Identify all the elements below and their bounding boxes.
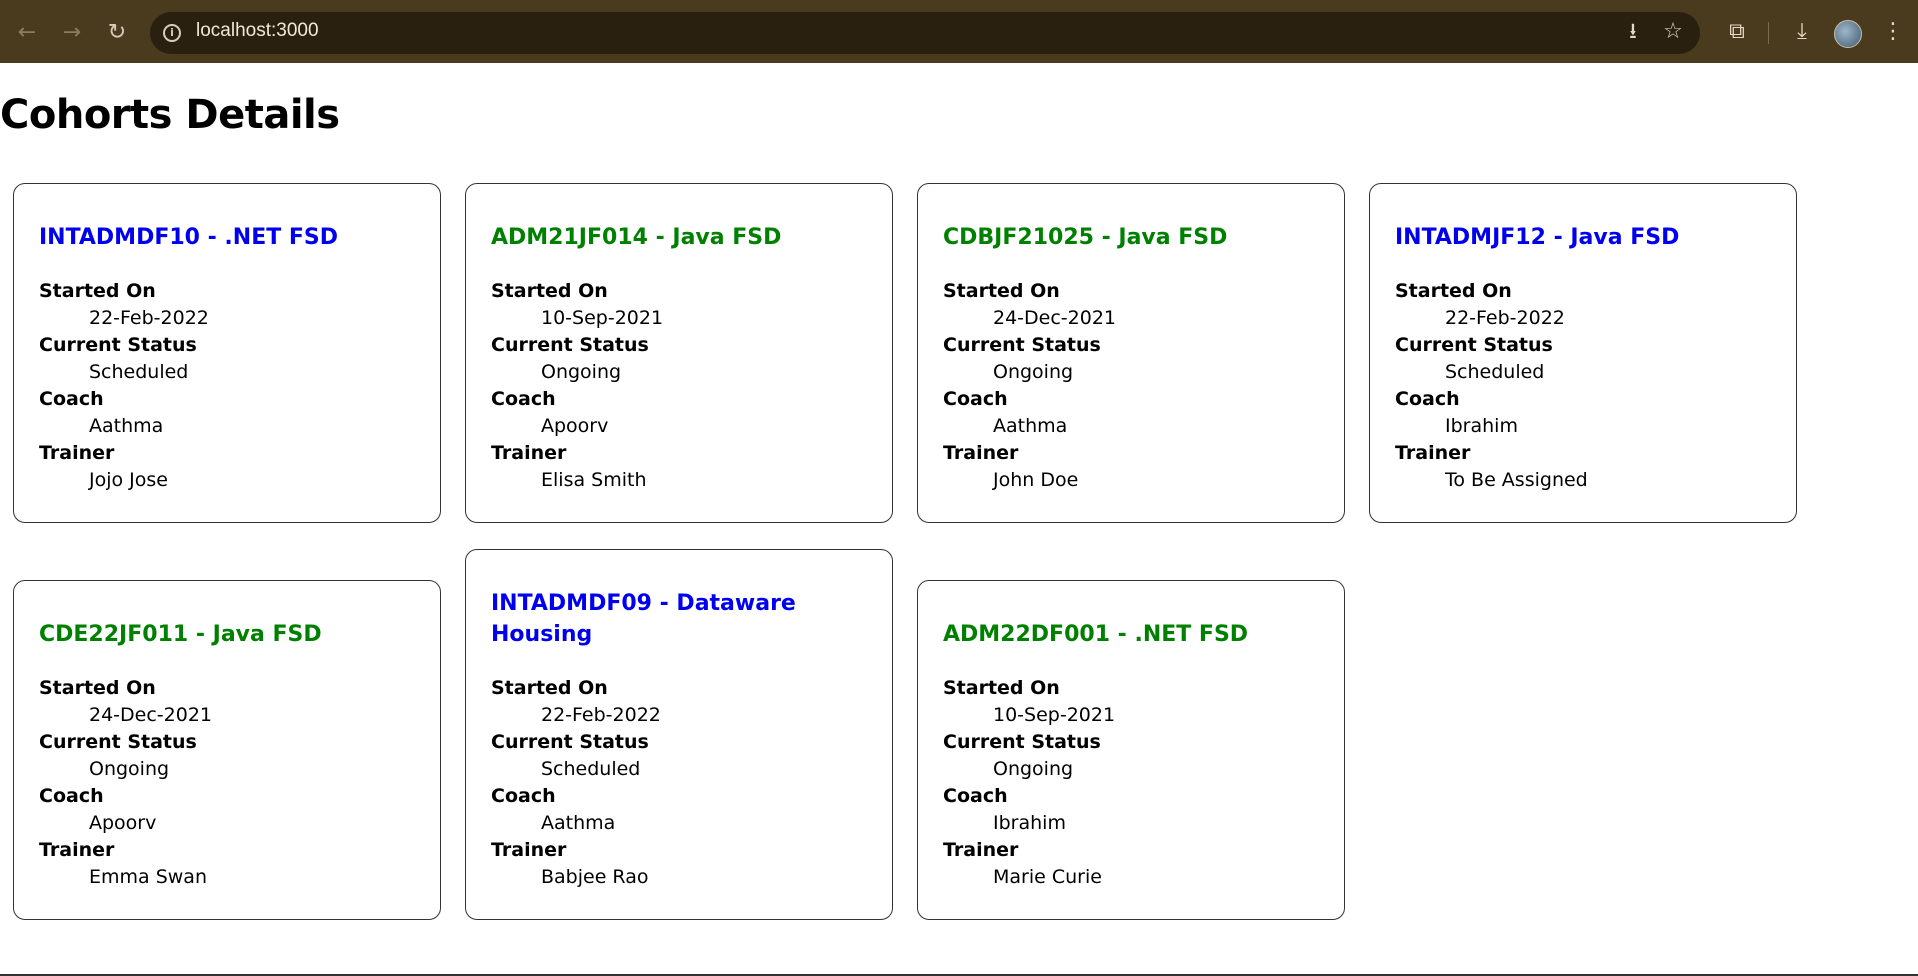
cohort-details: Started On 22-Feb-2022 Current Status Sched… [39,278,209,494]
trainer-label: Trainer [943,839,1019,861]
site-info-icon[interactable]: i [163,24,181,42]
started-on-value: 10-Sep-2021 [993,704,1116,726]
cohort-title: INTADMDF10 - .NET FSD [39,225,339,250]
back-icon[interactable]: ← [10,16,44,50]
cohort-title: INTADMJF12 - Java FSD [1395,225,1680,250]
downloads-icon[interactable]: ⤓ [1787,17,1817,47]
started-on-label: Started On [943,677,1060,699]
bookmark-star-icon[interactable]: ☆ [1658,17,1688,47]
cohort-card: INTADMJF12 - Java FSD Started On 22-Feb-20… [1369,183,1797,523]
coach-value: Aathma [993,415,1068,437]
forward-icon[interactable]: → [55,16,89,50]
install-app-icon[interactable]: ⭳ [1618,17,1648,47]
current-status-value: Ongoing [993,361,1074,383]
coach-value: Apoorv [541,415,609,437]
coach-value: Apoorv [89,812,157,834]
url-text[interactable]: localhost:3000 [196,20,319,42]
page-title: Cohorts Details [0,92,340,138]
current-status-label: Current Status [943,731,1101,753]
started-on-label: Started On [39,677,156,699]
cohort-title: ADM22DF001 - .NET FSD [943,622,1249,647]
started-on-label: Started On [491,677,608,699]
coach-value: Aathma [541,812,616,834]
browser-toolbar: ← → ↻ i localhost:3000 ⭳ ☆ ⧉ ⤓ ⋮ [0,0,1918,63]
cohort-details: Started On 10-Sep-2021 Current Status Ongoi… [491,278,663,494]
started-on-value: 10-Sep-2021 [541,307,664,329]
trainer-value: Elisa Smith [541,469,647,491]
cohort-details: Started On 24-Dec-2021 Current Status Ongoi… [943,278,1116,494]
trainer-value: To Be Assigned [1445,469,1588,491]
coach-label: Coach [39,785,104,807]
reload-icon[interactable]: ↻ [100,16,134,50]
coach-label: Coach [39,388,104,410]
cohort-title: CDE22JF011 - Java FSD [39,622,322,647]
current-status-label: Current Status [943,334,1101,356]
trainer-label: Trainer [491,442,567,464]
coach-value: Aathma [89,415,164,437]
current-status-label: Current Status [39,731,197,753]
coach-label: Coach [943,785,1008,807]
current-status-value: Ongoing [89,758,170,780]
started-on-value: 22-Feb-2022 [89,307,209,329]
current-status-value: Scheduled [89,361,189,383]
trainer-value: Babjee Rao [541,866,649,888]
started-on-label: Started On [491,280,608,302]
cohort-card: ADM21JF014 - Java FSD Started On 10-Sep-20… [465,183,893,523]
cohort-card: INTADMDF09 - Dataware Housing Started On 2… [465,549,893,920]
trainer-value: Jojo Jose [89,469,168,491]
coach-value: Ibrahim [1445,415,1518,437]
cohort-card: INTADMDF10 - .NET FSD Started On 22-Feb-20… [13,183,441,523]
coach-label: Coach [943,388,1008,410]
extensions-icon[interactable]: ⧉ [1722,17,1752,47]
current-status-value: Ongoing [541,361,622,383]
cohort-details: Started On 22-Feb-2022 Current Status Sched… [491,675,661,891]
started-on-label: Started On [39,280,156,302]
coach-label: Coach [1395,388,1460,410]
cohort-card: ADM22DF001 - .NET FSD Started On 10-Sep-20… [917,580,1345,920]
cohort-card: CDE22JF011 - Java FSD Started On 24-Dec-20… [13,580,441,920]
started-on-label: Started On [1395,280,1512,302]
started-on-label: Started On [943,280,1060,302]
coach-label: Coach [491,388,556,410]
browser-menu-icon[interactable]: ⋮ [1878,17,1908,47]
cohort-title: CDBJF21025 - Java FSD [943,225,1228,250]
started-on-value: 22-Feb-2022 [1445,307,1565,329]
cohort-title: ADM21JF014 - Java FSD [491,225,782,250]
trainer-value: John Doe [993,469,1079,491]
started-on-value: 24-Dec-2021 [89,704,213,726]
trainer-label: Trainer [1395,442,1471,464]
current-status-label: Current Status [39,334,197,356]
coach-label: Coach [491,785,556,807]
started-on-value: 22-Feb-2022 [541,704,661,726]
cohort-title: INTADMDF09 - Dataware Housing [491,591,796,647]
cohort-details: Started On 10-Sep-2021 Current Status Ongoi… [943,675,1115,891]
cohort-details: Started On 22-Feb-2022 Current Status Sched… [1395,278,1588,494]
profile-avatar[interactable] [1834,20,1862,48]
current-status-label: Current Status [491,731,649,753]
trainer-value: Marie Curie [993,866,1102,888]
toolbar-divider [1768,22,1769,44]
cohort-card: CDBJF21025 - Java FSD Started On 24-Dec-20… [917,183,1345,523]
trainer-label: Trainer [491,839,567,861]
current-status-value: Scheduled [541,758,641,780]
address-bar[interactable] [150,12,1700,54]
current-status-value: Scheduled [1445,361,1545,383]
started-on-value: 24-Dec-2021 [993,307,1117,329]
coach-value: Ibrahim [993,812,1066,834]
current-status-label: Current Status [491,334,649,356]
current-status-value: Ongoing [993,758,1074,780]
trainer-label: Trainer [943,442,1019,464]
trainer-label: Trainer [39,442,115,464]
trainer-value: Emma Swan [89,866,207,888]
cohort-details: Started On 24-Dec-2021 Current Status Ongoi… [39,675,212,891]
trainer-label: Trainer [39,839,115,861]
current-status-label: Current Status [1395,334,1553,356]
